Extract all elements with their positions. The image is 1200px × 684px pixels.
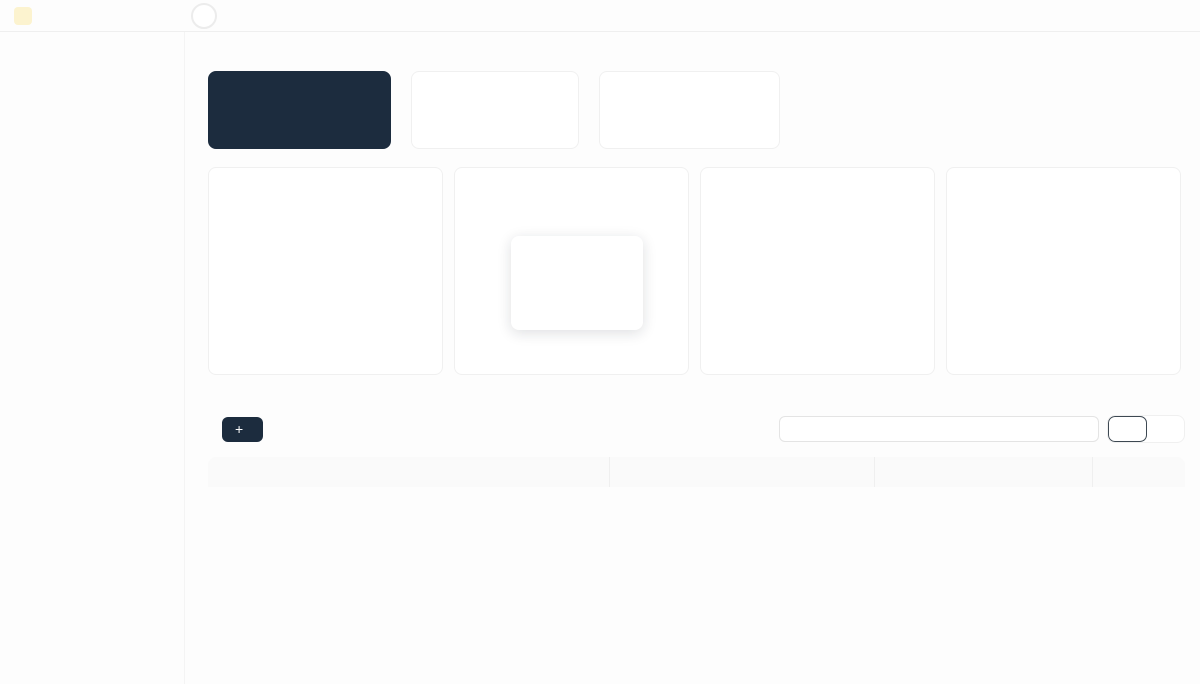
chevron-down-icon bbox=[161, 10, 173, 22]
sidebar-section-label bbox=[0, 45, 184, 65]
sidebar bbox=[0, 32, 185, 684]
workspace-selector[interactable] bbox=[0, 7, 185, 25]
search-box bbox=[779, 416, 1099, 442]
application-header: + bbox=[208, 415, 1185, 443]
tokens-chart[interactable] bbox=[963, 189, 1169, 341]
view-toggle bbox=[1107, 415, 1185, 443]
search-input[interactable] bbox=[789, 421, 1075, 437]
info-icon[interactable] bbox=[362, 122, 376, 136]
top-bar bbox=[0, 0, 1200, 32]
cost-card bbox=[700, 167, 935, 375]
latency-card bbox=[454, 167, 689, 375]
panel-icon bbox=[197, 9, 211, 23]
info-icon[interactable] bbox=[550, 122, 564, 136]
create-new-prompt-button[interactable]: + bbox=[222, 417, 263, 442]
cost-chart[interactable] bbox=[717, 189, 923, 341]
main-content: + bbox=[185, 0, 1200, 487]
sidebar-toggle-button[interactable] bbox=[191, 3, 217, 29]
plus-icon: + bbox=[235, 422, 243, 436]
table-settings-gear-icon[interactable] bbox=[1138, 465, 1152, 479]
table-view-icon bbox=[1120, 421, 1136, 437]
legend-dot bbox=[523, 309, 533, 319]
search-icon[interactable] bbox=[1075, 422, 1089, 436]
create-custom-workflow-card[interactable] bbox=[599, 71, 780, 149]
column-date-modified[interactable] bbox=[610, 457, 875, 487]
workspace-avatar bbox=[14, 7, 32, 25]
applications-table bbox=[208, 457, 1185, 487]
column-type[interactable] bbox=[875, 457, 1093, 487]
set-up-tracing-card[interactable] bbox=[411, 71, 579, 149]
tokens-card bbox=[946, 167, 1181, 375]
requests-chart[interactable] bbox=[225, 189, 431, 341]
table-view-button[interactable] bbox=[1108, 416, 1147, 442]
cursor-icon bbox=[537, 264, 555, 284]
tracing-icon bbox=[426, 83, 444, 101]
column-name[interactable] bbox=[208, 457, 610, 487]
requests-card bbox=[208, 167, 443, 375]
rocket-icon bbox=[223, 83, 241, 101]
info-icon[interactable] bbox=[751, 122, 765, 136]
sidebar-footer-nav bbox=[0, 678, 184, 684]
card-view-button[interactable] bbox=[1147, 416, 1184, 442]
get-started-cards bbox=[208, 71, 1185, 149]
card-view-icon bbox=[1158, 421, 1174, 437]
table-header bbox=[208, 457, 1185, 487]
create-new-prompt-card[interactable] bbox=[208, 71, 391, 149]
stats-cards bbox=[208, 167, 1185, 375]
chart-tooltip bbox=[511, 236, 643, 330]
